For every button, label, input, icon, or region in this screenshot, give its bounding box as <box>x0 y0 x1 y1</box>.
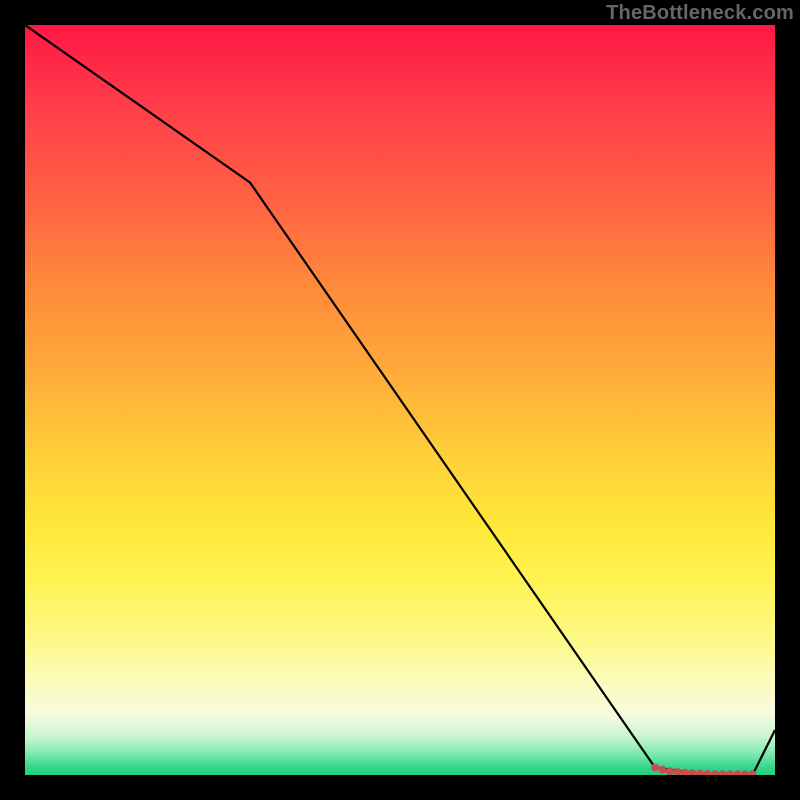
marker-dot <box>651 764 659 772</box>
marker-dot <box>734 770 742 775</box>
watermark-text: TheBottleneck.com <box>606 2 794 25</box>
marker-dot <box>711 770 719 775</box>
marker-dot <box>674 768 682 775</box>
marker-dot <box>741 770 749 775</box>
marker-dot <box>689 769 697 775</box>
marker-dot <box>681 769 689 775</box>
marker-dot <box>666 767 674 775</box>
chart-markers <box>651 764 757 776</box>
chart-line <box>25 25 775 775</box>
marker-dot <box>719 770 727 775</box>
marker-dot <box>696 770 704 776</box>
marker-dot <box>659 766 667 774</box>
chart-frame: TheBottleneck.com <box>0 0 800 800</box>
plot-area <box>25 25 775 775</box>
marker-dot <box>726 770 734 775</box>
marker-dot <box>704 770 712 775</box>
chart-svg <box>25 25 775 775</box>
